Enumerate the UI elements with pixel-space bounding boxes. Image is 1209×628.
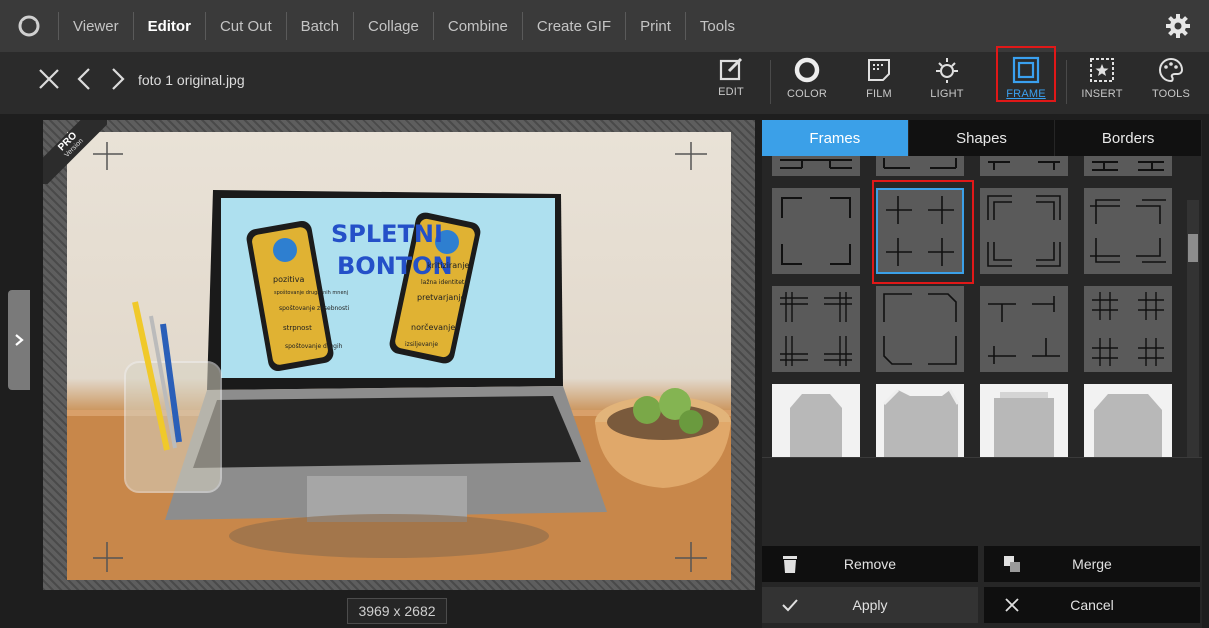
insert-star-icon [1090, 58, 1114, 82]
frame-thumb[interactable] [876, 156, 964, 176]
screen-left-4: strpnost [283, 324, 312, 332]
apply-button[interactable]: Apply [762, 587, 978, 623]
tab-borders[interactable]: Borders [1055, 120, 1203, 156]
tool-light-label: LIGHT [930, 88, 964, 100]
remove-button[interactable]: Remove [762, 546, 978, 582]
close-icon [1005, 598, 1019, 612]
menu-cut-out[interactable]: Cut Out [204, 12, 286, 40]
menu-bar: Viewer Editor Cut Out Batch Collage Comb… [0, 0, 1209, 52]
edit-icon [719, 57, 743, 81]
check-icon [782, 599, 798, 612]
toolbar-separator [1066, 60, 1067, 104]
tool-edit-label: EDIT [718, 86, 744, 98]
screen-left-5: spoštovanje drugih [285, 343, 343, 350]
film-icon [868, 59, 890, 81]
tab-shapes[interactable]: Shapes [908, 120, 1056, 156]
tool-edit[interactable]: EDIT [706, 52, 756, 114]
thumbnail-scrollbar[interactable] [1187, 200, 1199, 457]
frame-thumb[interactable] [876, 384, 964, 457]
panel-tabs: Frames Shapes Borders [762, 120, 1203, 156]
tool-insert[interactable]: INSERT [1077, 52, 1127, 114]
menu-collage[interactable]: Collage [352, 12, 433, 40]
menu-editor[interactable]: Editor [132, 12, 205, 40]
tool-insert-label: INSERT [1081, 88, 1123, 100]
screen-right-5: izsiljevanje [405, 341, 438, 348]
tool-light[interactable]: LIGHT [922, 52, 972, 114]
cancel-label: Cancel [1070, 597, 1114, 613]
color-circle-icon [794, 57, 820, 83]
frame-panel: Frames Shapes Borders Remove Merge Apply… [762, 120, 1203, 628]
frame-thumb[interactable] [980, 156, 1068, 176]
toolbar: foto 1 original.jpg EDIT COLOR FILM LIGH… [0, 52, 1209, 114]
merge-label: Merge [1072, 556, 1112, 572]
frame-thumb[interactable] [772, 286, 860, 372]
toolbar-separator [770, 60, 771, 104]
screen-right-4: norčevanje [411, 322, 455, 332]
frame-thumb[interactable] [772, 188, 860, 274]
tool-color[interactable]: COLOR [782, 52, 832, 114]
menu-create-gif[interactable]: Create GIF [521, 12, 625, 40]
tool-film[interactable]: FILM [854, 52, 904, 114]
chevron-left-icon[interactable] [72, 66, 98, 92]
screen-right-1: kritiziranje [427, 261, 469, 270]
cancel-button[interactable]: Cancel [984, 587, 1200, 623]
tool-tools[interactable]: TOOLS [1146, 52, 1196, 114]
chevron-right-icon [15, 334, 24, 346]
frame-thumb[interactable] [772, 384, 860, 457]
screen-right-3: pretvarjanje [417, 293, 466, 302]
frame-thumbnail-grid [762, 156, 1202, 458]
sun-icon [936, 58, 958, 83]
menu-batch[interactable]: Batch [285, 12, 353, 40]
palette-icon [1159, 57, 1184, 83]
tab-frames[interactable]: Frames [762, 120, 909, 156]
gear-icon[interactable] [1165, 13, 1191, 39]
frame-thumb[interactable] [772, 156, 860, 176]
photo-scene: SPLETNI BONTON pozitiva spoštovanje drug… [67, 142, 731, 580]
scrollbar-thumb[interactable] [1188, 234, 1198, 262]
menu-viewer[interactable]: Viewer [58, 12, 133, 40]
screen-left-3: spoštovanje zasebnosti [279, 305, 349, 312]
screen-left-2: spoštovanje drugačnih mnenj [274, 289, 348, 296]
frame-thumb[interactable] [876, 286, 964, 372]
frame-thumb[interactable] [1084, 156, 1172, 176]
frame-thumb[interactable] [980, 384, 1068, 457]
tool-frame[interactable]: FRAME [1001, 52, 1051, 114]
pro-version-badge: PRO Version [43, 120, 107, 184]
frame-icon [1012, 56, 1040, 84]
screen-right-2: lažna identiteta [421, 279, 468, 286]
file-name: foto 1 original.jpg [138, 72, 245, 88]
trash-icon [783, 556, 797, 573]
frame-thumb-selected[interactable] [876, 188, 964, 274]
frame-thumb[interactable] [980, 286, 1068, 372]
apply-label: Apply [852, 597, 888, 613]
frame-thumb[interactable] [1084, 188, 1172, 274]
tool-color-label: COLOR [786, 88, 828, 100]
tool-frame-label: FRAME [1006, 88, 1046, 100]
photo[interactable]: SPLETNI BONTON pozitiva spoštovanje drug… [67, 132, 731, 580]
screen-left-1: pozitiva [273, 275, 304, 284]
frame-thumb[interactable] [1084, 286, 1172, 372]
menu-tools[interactable]: Tools [684, 12, 749, 40]
tool-film-label: FILM [866, 88, 892, 100]
frame-thumb[interactable] [1084, 384, 1172, 457]
remove-label: Remove [843, 556, 897, 572]
chevron-right-icon[interactable] [104, 66, 130, 92]
close-icon[interactable] [36, 66, 62, 92]
merge-button[interactable]: Merge [984, 546, 1200, 582]
menu-combine[interactable]: Combine [432, 12, 522, 40]
side-panel-toggle[interactable] [8, 290, 30, 390]
app-logo-icon[interactable] [0, 0, 58, 52]
tool-tools-label: TOOLS [1151, 88, 1191, 100]
merge-icon [1004, 556, 1020, 572]
menu-print[interactable]: Print [625, 12, 685, 40]
screen-title-1: SPLETNI [331, 220, 443, 248]
image-canvas[interactable]: SPLETNI BONTON pozitiva spoštovanje drug… [43, 120, 755, 590]
image-dimensions: 3969 x 2682 [347, 598, 447, 624]
frame-thumb[interactable] [980, 188, 1068, 274]
